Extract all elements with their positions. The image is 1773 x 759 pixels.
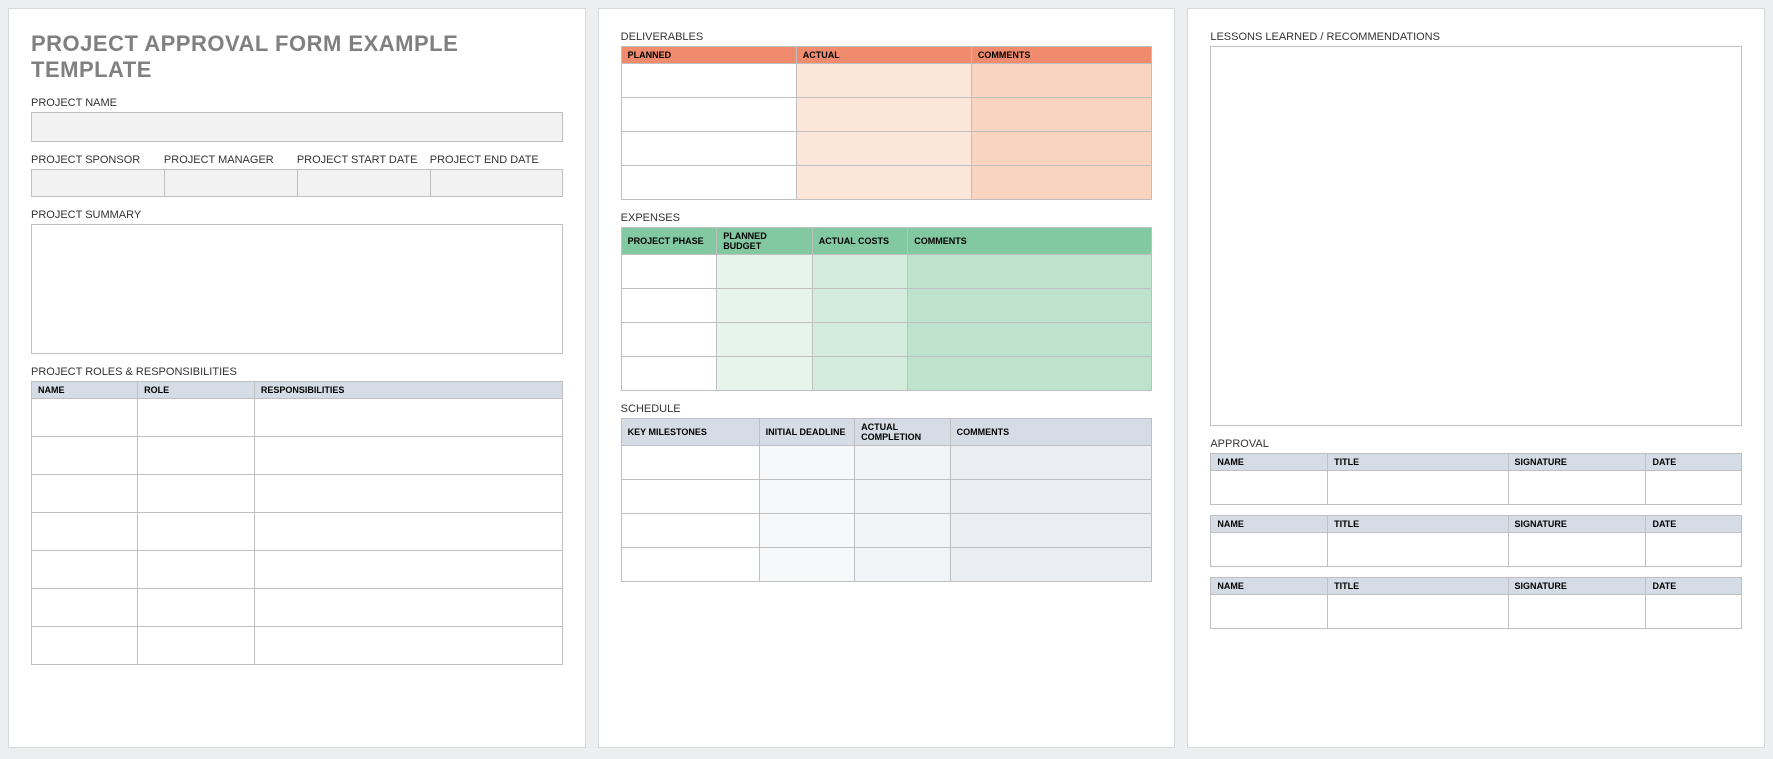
project-meta-row: PROJECT SPONSOR PROJECT MANAGER PROJECT … (31, 154, 563, 197)
exp-header-actual: ACTUAL COSTS (812, 228, 908, 255)
table-row[interactable] (621, 132, 1152, 166)
sponsor-label: PROJECT SPONSOR (31, 154, 164, 166)
approval-table-3: NAME TITLE SIGNATURE DATE (1210, 577, 1742, 629)
appr-header-title: TITLE (1328, 516, 1508, 533)
expenses-table: PROJECT PHASE PLANNED BUDGET ACTUAL COST… (621, 227, 1153, 391)
roles-header-name: NAME (32, 382, 138, 399)
table-row[interactable] (621, 548, 1152, 582)
sched-header-milestones: KEY MILESTONES (621, 419, 759, 446)
project-name-label: PROJECT NAME (31, 97, 563, 109)
table-row[interactable] (32, 513, 563, 551)
page-1: PROJECT APPROVAL FORM EXAMPLE TEMPLATE P… (8, 8, 586, 748)
appr-header-name: NAME (1211, 454, 1328, 471)
appr-header-date: DATE (1646, 516, 1742, 533)
table-row[interactable] (32, 551, 563, 589)
appr-header-signature: SIGNATURE (1508, 516, 1646, 533)
table-row[interactable] (32, 589, 563, 627)
sponsor-input[interactable] (31, 169, 164, 197)
table-row[interactable] (32, 627, 563, 665)
appr-header-name: NAME (1211, 578, 1328, 595)
table-row[interactable] (621, 255, 1152, 289)
sched-header-comments: COMMENTS (950, 419, 1152, 446)
appr-header-title: TITLE (1328, 454, 1508, 471)
main-title: PROJECT APPROVAL FORM EXAMPLE TEMPLATE (31, 31, 563, 83)
table-row[interactable] (1211, 595, 1742, 629)
project-name-input[interactable] (31, 112, 563, 142)
lessons-input[interactable] (1210, 46, 1742, 426)
exp-header-planned: PLANNED BUDGET (717, 228, 813, 255)
schedule-table: KEY MILESTONES INITIAL DEADLINE ACTUAL C… (621, 418, 1153, 582)
roles-header-resp: RESPONSIBILITIES (254, 382, 562, 399)
table-row[interactable] (1211, 533, 1742, 567)
table-row[interactable] (621, 323, 1152, 357)
summary-label: PROJECT SUMMARY (31, 209, 563, 221)
table-row[interactable] (621, 357, 1152, 391)
table-row[interactable] (621, 514, 1152, 548)
appr-header-signature: SIGNATURE (1508, 578, 1646, 595)
start-date-label: PROJECT START DATE (297, 154, 430, 166)
deliv-header-actual: ACTUAL (796, 47, 971, 64)
table-row[interactable] (1211, 471, 1742, 505)
table-row[interactable] (32, 475, 563, 513)
exp-header-phase: PROJECT PHASE (621, 228, 717, 255)
table-row[interactable] (621, 98, 1152, 132)
schedule-label: SCHEDULE (621, 403, 1153, 415)
appr-header-name: NAME (1211, 516, 1328, 533)
approval-table-2: NAME TITLE SIGNATURE DATE (1210, 515, 1742, 567)
summary-input[interactable] (31, 224, 563, 354)
table-row[interactable] (32, 437, 563, 475)
page-3: LESSONS LEARNED / RECOMMENDATIONS APPROV… (1187, 8, 1765, 748)
table-row[interactable] (32, 399, 563, 437)
end-date-label: PROJECT END DATE (430, 154, 563, 166)
appr-header-title: TITLE (1328, 578, 1508, 595)
start-date-input[interactable] (297, 169, 430, 197)
manager-input[interactable] (164, 169, 297, 197)
page-2: DELIVERABLES PLANNED ACTUAL COMMENTS EXP… (598, 8, 1176, 748)
table-row[interactable] (621, 166, 1152, 200)
deliv-header-comments: COMMENTS (971, 47, 1151, 64)
table-row[interactable] (621, 446, 1152, 480)
roles-label: PROJECT ROLES & RESPONSIBILITIES (31, 366, 563, 378)
deliv-header-planned: PLANNED (621, 47, 796, 64)
appr-header-date: DATE (1646, 578, 1742, 595)
lessons-label: LESSONS LEARNED / RECOMMENDATIONS (1210, 31, 1742, 43)
deliverables-label: DELIVERABLES (621, 31, 1153, 43)
end-date-input[interactable] (430, 169, 563, 197)
sched-header-actual: ACTUAL COMPLETION (855, 419, 951, 446)
expenses-label: EXPENSES (621, 212, 1153, 224)
roles-header-role: ROLE (138, 382, 255, 399)
table-row[interactable] (621, 289, 1152, 323)
table-row[interactable] (621, 480, 1152, 514)
approval-table-1: NAME TITLE SIGNATURE DATE (1210, 453, 1742, 505)
appr-header-signature: SIGNATURE (1508, 454, 1646, 471)
sched-header-initial: INITIAL DEADLINE (759, 419, 855, 446)
deliverables-table: PLANNED ACTUAL COMMENTS (621, 46, 1153, 200)
exp-header-comments: COMMENTS (908, 228, 1152, 255)
approval-label: APPROVAL (1210, 438, 1742, 450)
appr-header-date: DATE (1646, 454, 1742, 471)
table-row[interactable] (621, 64, 1152, 98)
roles-table: NAME ROLE RESPONSIBILITIES (31, 381, 563, 665)
manager-label: PROJECT MANAGER (164, 154, 297, 166)
